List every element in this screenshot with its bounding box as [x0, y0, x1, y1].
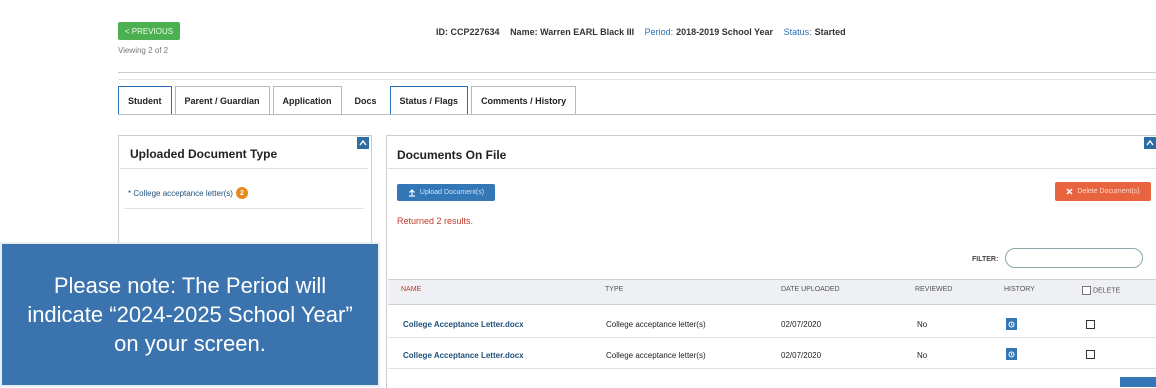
tab-parent-guardian[interactable]: Parent / Guardian [174, 86, 270, 115]
delete-label: Delete Document(s) [1077, 188, 1140, 195]
filter-label: FILTER: [972, 256, 999, 263]
divider [118, 79, 1156, 80]
record-info: ID: CCP227634 Name: Warren EARL Black II… [436, 27, 854, 37]
document-type-item[interactable]: * College acceptance letter(s) 2 [128, 187, 248, 199]
divider [118, 72, 1156, 73]
tab-status-flags[interactable]: Status / Flags [389, 86, 469, 115]
history-icon[interactable] [1006, 348, 1017, 360]
panel-title: Documents On File [397, 148, 507, 162]
period-note-callout: Please note: The Period will indicate “2… [0, 242, 380, 387]
column-header-type[interactable]: TYPE [605, 286, 623, 293]
period-value: 2018-2019 School Year [676, 27, 774, 37]
delete-checkbox[interactable] [1086, 350, 1095, 359]
delete-header-label: DELETE [1093, 287, 1121, 295]
history-icon[interactable] [1006, 318, 1017, 330]
chevron-up-icon[interactable] [357, 137, 369, 149]
column-header-date-uploaded[interactable]: DATE UPLOADED [781, 286, 840, 293]
record-id: ID: CCP227634 [436, 27, 500, 37]
document-name-link[interactable]: College Acceptance Letter.docx [403, 351, 524, 360]
tab-bar: Student Parent / Guardian Application Do… [118, 86, 579, 115]
delete-checkbox[interactable] [1086, 320, 1095, 329]
column-header-delete: DELETE [1082, 286, 1120, 295]
select-all-checkbox[interactable] [1082, 286, 1091, 295]
tab-application[interactable]: Application [272, 86, 342, 115]
status-value: Started [814, 27, 846, 37]
count-badge: 2 [235, 187, 248, 199]
viewing-count: Viewing 2 of 2 [118, 46, 169, 55]
tab-docs[interactable]: Docs [344, 86, 387, 115]
date-uploaded: 02/07/2020 [781, 320, 822, 329]
tab-comments-history[interactable]: Comments / History [471, 86, 577, 115]
row-divider [388, 368, 1156, 369]
upload-label: Upload Document(s) [419, 189, 485, 196]
divider [120, 168, 368, 169]
tab-divider [118, 114, 1156, 115]
row-divider [388, 337, 1156, 338]
period-label: Period: [644, 27, 674, 37]
upload-document-button[interactable]: Upload Document(s) [397, 184, 495, 201]
column-header-history: HISTORY [1004, 286, 1035, 293]
date-uploaded: 02/07/2020 [781, 351, 822, 360]
column-header-reviewed[interactable]: REVIEWED [915, 286, 952, 293]
document-type: College acceptance letter(s) [606, 351, 706, 360]
previous-button[interactable]: < PREVIOUS [118, 22, 180, 40]
divider [388, 168, 1156, 169]
document-type-label: * College acceptance letter(s) [128, 188, 233, 198]
panel-title: Uploaded Document Type [130, 147, 278, 161]
filter-input[interactable] [1005, 248, 1143, 268]
save-button[interactable] [1120, 377, 1156, 387]
column-header-name[interactable]: NAME [401, 286, 421, 293]
table-header [388, 279, 1156, 305]
document-name-link[interactable]: College Acceptance Letter.docx [403, 320, 524, 329]
results-count: Returned 2 results. [397, 216, 474, 226]
record-name: Name: Warren EARL Black III [510, 27, 635, 37]
reviewed-status: No [917, 351, 928, 360]
document-type: College acceptance letter(s) [606, 320, 706, 329]
chevron-up-icon[interactable] [1144, 137, 1156, 149]
tab-student[interactable]: Student [118, 86, 172, 115]
reviewed-status: No [917, 320, 928, 329]
divider [124, 208, 364, 209]
status-label: Status: [783, 27, 812, 37]
upload-icon [408, 188, 416, 197]
close-icon [1066, 188, 1073, 195]
delete-document-button[interactable]: Delete Document(s) [1055, 182, 1151, 201]
